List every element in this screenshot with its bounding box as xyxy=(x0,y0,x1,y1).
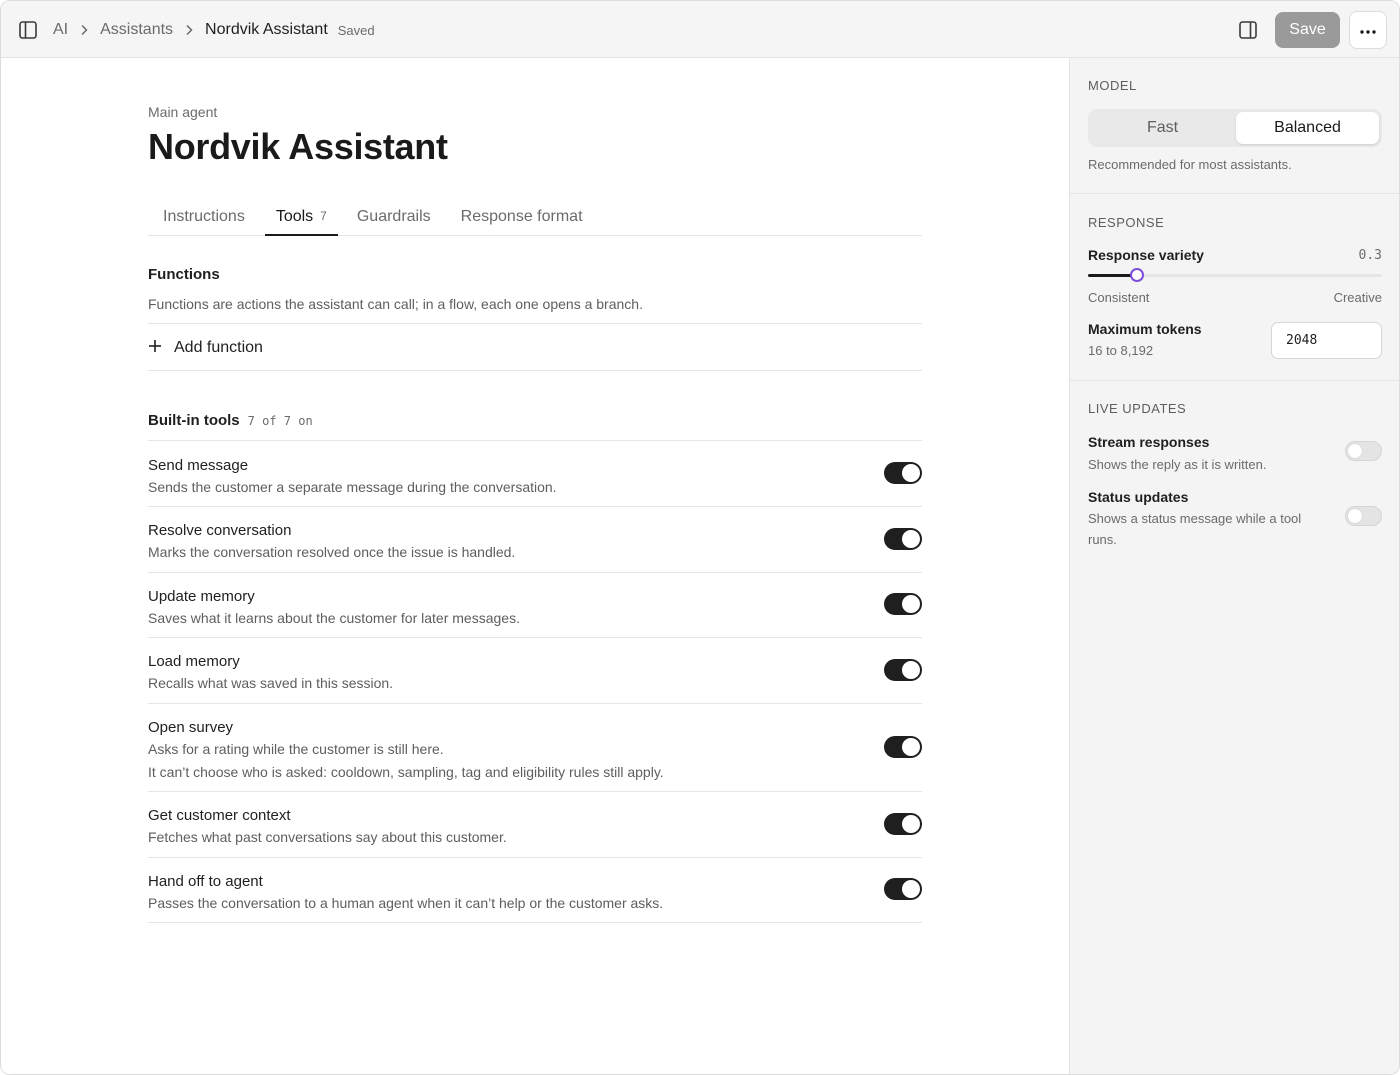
add-function-label: Add function xyxy=(174,339,263,356)
breadcrumb-ai[interactable]: AI xyxy=(53,21,68,39)
page-title: Nordvik Assistant xyxy=(148,126,448,167)
tool-name: Load memory xyxy=(148,653,240,670)
divider xyxy=(148,440,922,441)
model-segmented-control: Fast Balanced xyxy=(1088,109,1382,147)
tool-description: Asks for a rating while the customer is … xyxy=(148,741,444,757)
resolve-conversation-toggle[interactable] xyxy=(884,528,922,550)
load-memory-toggle[interactable] xyxy=(884,659,922,681)
divider xyxy=(148,572,922,573)
tab-label: Guardrails xyxy=(356,208,431,225)
tool-row-update-memory: Update memory Saves what it learns about… xyxy=(148,588,922,627)
chevron-right-icon xyxy=(179,23,199,37)
save-button[interactable]: Save xyxy=(1275,12,1340,48)
response-variety-slider[interactable] xyxy=(1088,268,1382,282)
more-button[interactable] xyxy=(1349,11,1387,49)
builtin-tools-heading: Built-in tools 7 of 7 on xyxy=(148,412,313,429)
slider-thumb[interactable] xyxy=(1130,268,1144,282)
functions-description: Functions are actions the assistant can … xyxy=(148,296,643,312)
slider-max-label: Creative xyxy=(1333,290,1382,305)
divider xyxy=(148,506,922,507)
functions-heading: Functions xyxy=(148,266,220,283)
panel-toggle-icon[interactable] xyxy=(1237,19,1259,41)
app-window: AI Assistants Nordvik Assistant Saved Sa… xyxy=(0,0,1400,1075)
model-option-fast[interactable]: Fast xyxy=(1091,112,1234,144)
divider xyxy=(148,922,922,923)
model-hint: Recommended for most assistants. xyxy=(1088,157,1292,172)
tool-row-resolve-conversation: Resolve conversation Marks the conversat… xyxy=(148,522,922,561)
tool-description: Recalls what was saved in this session. xyxy=(148,675,394,691)
tab-label: Instructions xyxy=(163,208,245,225)
status-updates-toggle[interactable] xyxy=(1345,506,1382,526)
builtin-tools-title: Built-in tools xyxy=(148,412,240,429)
model-section-label: MODEL xyxy=(1088,78,1137,93)
breadcrumb-current: Nordvik Assistant xyxy=(205,21,328,38)
hand-off-to-agent-toggle[interactable] xyxy=(884,878,922,900)
tab-tools[interactable]: Tools 7 xyxy=(264,198,338,236)
tool-name: Send message xyxy=(148,457,249,474)
max-tokens-label: Maximum tokens xyxy=(1088,321,1202,337)
tool-row-hand-off-to-agent: Hand off to agent Passes the conversatio… xyxy=(148,873,922,912)
builtin-tools-count: 7 of 7 on xyxy=(247,414,313,428)
more-horizontal-icon xyxy=(1360,21,1376,39)
settings-panel: MODEL Fast Balanced Recommended for most… xyxy=(1069,58,1399,1074)
stream-responses-label: Stream responses xyxy=(1088,434,1210,450)
status-updates-label: Status updates xyxy=(1088,489,1189,505)
response-variety-value: 0.3 xyxy=(1358,248,1382,263)
response-section-label: RESPONSE xyxy=(1088,215,1165,230)
tab-instructions[interactable]: Instructions xyxy=(148,198,260,236)
tool-name: Get customer context xyxy=(148,807,291,824)
tool-name: Resolve conversation xyxy=(148,522,292,539)
page-eyebrow: Main agent xyxy=(148,104,218,120)
update-memory-toggle[interactable] xyxy=(884,593,922,615)
divider xyxy=(148,703,922,704)
divider xyxy=(1070,380,1399,381)
tool-row-load-memory: Load memory Recalls what was saved in th… xyxy=(148,653,922,692)
tool-description: Fetches what past conversations say abou… xyxy=(148,829,507,845)
tool-description: Marks the conversation resolved once the… xyxy=(148,544,516,560)
divider xyxy=(148,857,922,858)
tool-row-send-message: Send message Sends the customer a separa… xyxy=(148,457,922,496)
add-function-button[interactable]: Add function xyxy=(148,336,263,360)
stream-responses-description: Shows the reply as it is written. xyxy=(1088,457,1267,472)
sidebar-toggle-icon[interactable] xyxy=(17,19,39,41)
get-customer-context-toggle[interactable] xyxy=(884,813,922,835)
slider-min-label: Consistent xyxy=(1088,290,1150,305)
tool-name: Open survey xyxy=(148,719,234,736)
live-updates-section-label: LIVE UPDATES xyxy=(1088,401,1187,416)
breadcrumb-assistants[interactable]: Assistants xyxy=(100,21,173,39)
plus-icon xyxy=(148,339,174,358)
max-tokens-input[interactable] xyxy=(1271,322,1382,359)
main-content: Main agent Nordvik Assistant Instruction… xyxy=(1,58,1069,1074)
stream-responses-toggle[interactable] xyxy=(1345,441,1382,461)
tool-description: Sends the customer a separate message du… xyxy=(148,479,557,495)
send-message-toggle[interactable] xyxy=(884,462,922,484)
open-survey-toggle[interactable] xyxy=(884,736,922,758)
tool-name: Update memory xyxy=(148,588,255,605)
status-updates-description: Shows a status message while a tool runs… xyxy=(1088,511,1302,547)
response-variety-label: Response variety xyxy=(1088,247,1204,263)
chevron-right-icon xyxy=(74,23,94,37)
tab-label: Response format xyxy=(460,208,583,225)
tool-row-get-customer-context: Get customer context Fetches what past c… xyxy=(148,807,922,846)
max-tokens-range: 16 to 8,192 xyxy=(1088,343,1154,358)
tool-note: It can’t choose who is asked: cooldown, … xyxy=(148,764,664,780)
tab-response-format[interactable]: Response format xyxy=(446,198,598,236)
tab-label: Tools xyxy=(275,208,314,225)
tool-row-open-survey: Open survey Asks for a rating while the … xyxy=(148,719,922,781)
divider xyxy=(148,791,922,792)
breadcrumb: AI Assistants Nordvik Assistant Saved xyxy=(53,20,375,40)
tool-description: Saves what it learns about the customer … xyxy=(148,610,520,626)
divider xyxy=(148,370,922,371)
divider xyxy=(148,637,922,638)
tab-count: 7 xyxy=(320,209,327,223)
top-bar: AI Assistants Nordvik Assistant Saved Sa… xyxy=(1,1,1399,58)
model-option-balanced[interactable]: Balanced xyxy=(1236,112,1379,144)
tab-bar: Instructions Tools 7 Guardrails Response … xyxy=(148,198,922,236)
tool-name: Hand off to agent xyxy=(148,873,263,890)
divider xyxy=(148,323,922,324)
divider xyxy=(1070,193,1399,194)
tab-guardrails[interactable]: Guardrails xyxy=(342,198,446,236)
tool-description: Passes the conversation to a human agent… xyxy=(148,895,664,911)
saved-status: Saved xyxy=(337,22,375,38)
